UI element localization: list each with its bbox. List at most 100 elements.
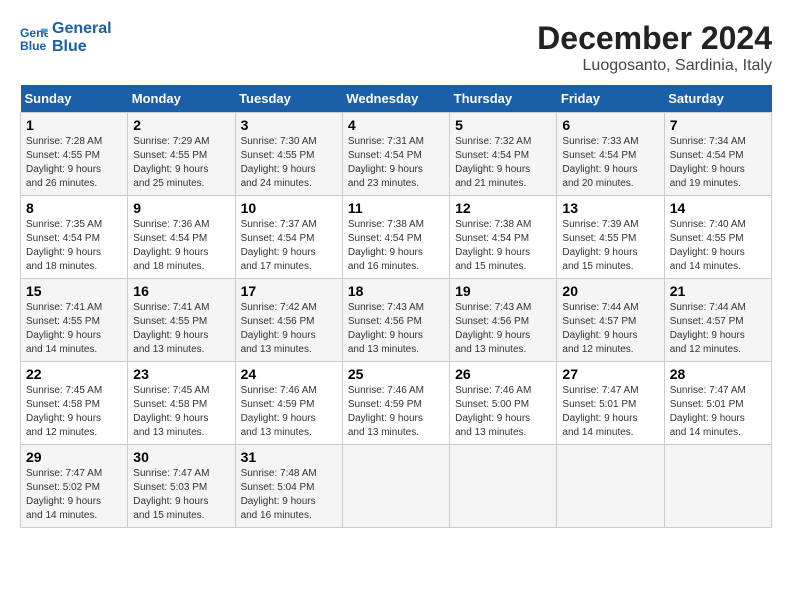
logo-icon: General Blue bbox=[20, 24, 48, 52]
calendar-cell: 31 Sunrise: 7:48 AM Sunset: 5:04 PM Dayli… bbox=[235, 445, 342, 528]
day-info: Sunrise: 7:46 AM Sunset: 4:59 PM Dayligh… bbox=[348, 384, 444, 440]
calendar-cell bbox=[557, 445, 664, 528]
day-number: 1 bbox=[26, 117, 122, 133]
svg-text:Blue: Blue bbox=[20, 39, 47, 52]
calendar-cell: 25 Sunrise: 7:46 AM Sunset: 4:59 PM Dayli… bbox=[342, 362, 449, 445]
day-number: 14 bbox=[670, 200, 766, 216]
day-info: Sunrise: 7:46 AM Sunset: 4:59 PM Dayligh… bbox=[241, 384, 337, 440]
day-number: 25 bbox=[348, 366, 444, 382]
calendar-body: 1 Sunrise: 7:28 AM Sunset: 4:55 PM Daylig… bbox=[21, 113, 772, 528]
day-number: 5 bbox=[455, 117, 551, 133]
day-number: 18 bbox=[348, 283, 444, 299]
calendar-cell: 23 Sunrise: 7:45 AM Sunset: 4:58 PM Dayli… bbox=[128, 362, 235, 445]
calendar-table: SundayMondayTuesdayWednesdayThursdayFrid… bbox=[20, 85, 772, 528]
day-info: Sunrise: 7:47 AM Sunset: 5:02 PM Dayligh… bbox=[26, 467, 122, 523]
day-info: Sunrise: 7:42 AM Sunset: 4:56 PM Dayligh… bbox=[241, 301, 337, 357]
calendar-cell: 28 Sunrise: 7:47 AM Sunset: 5:01 PM Dayli… bbox=[664, 362, 771, 445]
day-number: 27 bbox=[562, 366, 658, 382]
day-number: 23 bbox=[133, 366, 229, 382]
day-info: Sunrise: 7:46 AM Sunset: 5:00 PM Dayligh… bbox=[455, 384, 551, 440]
day-info: Sunrise: 7:33 AM Sunset: 4:54 PM Dayligh… bbox=[562, 135, 658, 191]
day-info: Sunrise: 7:45 AM Sunset: 4:58 PM Dayligh… bbox=[26, 384, 122, 440]
calendar-cell: 18 Sunrise: 7:43 AM Sunset: 4:56 PM Dayli… bbox=[342, 279, 449, 362]
day-number: 9 bbox=[133, 200, 229, 216]
calendar-week-row: 1 Sunrise: 7:28 AM Sunset: 4:55 PM Daylig… bbox=[21, 113, 772, 196]
title-block: December 2024 Luogosanto, Sardinia, Ital… bbox=[537, 20, 772, 75]
calendar-header-row: SundayMondayTuesdayWednesdayThursdayFrid… bbox=[21, 85, 772, 113]
calendar-cell: 2 Sunrise: 7:29 AM Sunset: 4:55 PM Daylig… bbox=[128, 113, 235, 196]
calendar-cell: 27 Sunrise: 7:47 AM Sunset: 5:01 PM Dayli… bbox=[557, 362, 664, 445]
calendar-cell: 24 Sunrise: 7:46 AM Sunset: 4:59 PM Dayli… bbox=[235, 362, 342, 445]
day-number: 31 bbox=[241, 449, 337, 465]
subtitle: Luogosanto, Sardinia, Italy bbox=[537, 57, 772, 75]
calendar-cell bbox=[664, 445, 771, 528]
column-header-thursday: Thursday bbox=[450, 85, 557, 113]
calendar-cell: 4 Sunrise: 7:31 AM Sunset: 4:54 PM Daylig… bbox=[342, 113, 449, 196]
day-number: 2 bbox=[133, 117, 229, 133]
day-number: 30 bbox=[133, 449, 229, 465]
day-info: Sunrise: 7:44 AM Sunset: 4:57 PM Dayligh… bbox=[562, 301, 658, 357]
day-info: Sunrise: 7:38 AM Sunset: 4:54 PM Dayligh… bbox=[348, 218, 444, 274]
calendar-cell: 12Sunrise: 7:38 AM Sunset: 4:54 PM Dayli… bbox=[450, 196, 557, 279]
day-number: 20 bbox=[562, 283, 658, 299]
day-info: Sunrise: 7:39 AM Sunset: 4:55 PM Dayligh… bbox=[562, 218, 658, 274]
calendar-cell bbox=[450, 445, 557, 528]
day-number: 22 bbox=[26, 366, 122, 382]
calendar-week-row: 29Sunrise: 7:47 AM Sunset: 5:02 PM Dayli… bbox=[21, 445, 772, 528]
calendar-cell: 5Sunrise: 7:32 AM Sunset: 4:54 PM Daylig… bbox=[450, 113, 557, 196]
day-info: Sunrise: 7:28 AM Sunset: 4:55 PM Dayligh… bbox=[26, 135, 122, 191]
calendar-cell: 29Sunrise: 7:47 AM Sunset: 5:02 PM Dayli… bbox=[21, 445, 128, 528]
day-number: 28 bbox=[670, 366, 766, 382]
main-title: December 2024 bbox=[537, 20, 772, 57]
day-number: 11 bbox=[348, 200, 444, 216]
day-number: 24 bbox=[241, 366, 337, 382]
day-info: Sunrise: 7:34 AM Sunset: 4:54 PM Dayligh… bbox=[670, 135, 766, 191]
calendar-cell: 13Sunrise: 7:39 AM Sunset: 4:55 PM Dayli… bbox=[557, 196, 664, 279]
column-header-tuesday: Tuesday bbox=[235, 85, 342, 113]
calendar-cell: 8 Sunrise: 7:35 AM Sunset: 4:54 PM Daylig… bbox=[21, 196, 128, 279]
calendar-cell: 7 Sunrise: 7:34 AM Sunset: 4:54 PM Daylig… bbox=[664, 113, 771, 196]
day-info: Sunrise: 7:43 AM Sunset: 4:56 PM Dayligh… bbox=[348, 301, 444, 357]
calendar-week-row: 15 Sunrise: 7:41 AM Sunset: 4:55 PM Dayli… bbox=[21, 279, 772, 362]
day-info: Sunrise: 7:29 AM Sunset: 4:55 PM Dayligh… bbox=[133, 135, 229, 191]
day-info: Sunrise: 7:41 AM Sunset: 4:55 PM Dayligh… bbox=[26, 301, 122, 357]
day-number: 17 bbox=[241, 283, 337, 299]
day-number: 4 bbox=[348, 117, 444, 133]
day-number: 7 bbox=[670, 117, 766, 133]
day-number: 8 bbox=[26, 200, 122, 216]
day-info: Sunrise: 7:48 AM Sunset: 5:04 PM Dayligh… bbox=[241, 467, 337, 523]
day-info: Sunrise: 7:41 AM Sunset: 4:55 PM Dayligh… bbox=[133, 301, 229, 357]
day-number: 19 bbox=[455, 283, 551, 299]
calendar-cell: 1 Sunrise: 7:28 AM Sunset: 4:55 PM Daylig… bbox=[21, 113, 128, 196]
day-info: Sunrise: 7:37 AM Sunset: 4:54 PM Dayligh… bbox=[241, 218, 337, 274]
calendar-cell: 10 Sunrise: 7:37 AM Sunset: 4:54 PM Dayli… bbox=[235, 196, 342, 279]
day-number: 15 bbox=[26, 283, 122, 299]
header: General Blue General Blue December 2024 … bbox=[20, 20, 772, 75]
column-header-wednesday: Wednesday bbox=[342, 85, 449, 113]
day-info: Sunrise: 7:36 AM Sunset: 4:54 PM Dayligh… bbox=[133, 218, 229, 274]
day-info: Sunrise: 7:38 AM Sunset: 4:54 PM Dayligh… bbox=[455, 218, 551, 274]
calendar-cell: 17 Sunrise: 7:42 AM Sunset: 4:56 PM Dayli… bbox=[235, 279, 342, 362]
calendar-cell: 30Sunrise: 7:47 AM Sunset: 5:03 PM Dayli… bbox=[128, 445, 235, 528]
day-info: Sunrise: 7:45 AM Sunset: 4:58 PM Dayligh… bbox=[133, 384, 229, 440]
calendar-cell: 3Sunrise: 7:30 AM Sunset: 4:55 PM Daylig… bbox=[235, 113, 342, 196]
calendar-cell: 19 Sunrise: 7:43 AM Sunset: 4:56 PM Dayli… bbox=[450, 279, 557, 362]
calendar-cell: 9 Sunrise: 7:36 AM Sunset: 4:54 PM Daylig… bbox=[128, 196, 235, 279]
day-info: Sunrise: 7:47 AM Sunset: 5:01 PM Dayligh… bbox=[562, 384, 658, 440]
day-info: Sunrise: 7:47 AM Sunset: 5:01 PM Dayligh… bbox=[670, 384, 766, 440]
day-info: Sunrise: 7:44 AM Sunset: 4:57 PM Dayligh… bbox=[670, 301, 766, 357]
logo-line1: General bbox=[52, 20, 112, 38]
day-number: 10 bbox=[241, 200, 337, 216]
day-info: Sunrise: 7:43 AM Sunset: 4:56 PM Dayligh… bbox=[455, 301, 551, 357]
calendar-cell: 22 Sunrise: 7:45 AM Sunset: 4:58 PM Dayli… bbox=[21, 362, 128, 445]
day-info: Sunrise: 7:40 AM Sunset: 4:55 PM Dayligh… bbox=[670, 218, 766, 274]
day-info: Sunrise: 7:30 AM Sunset: 4:55 PM Dayligh… bbox=[241, 135, 337, 191]
calendar-cell: 14 Sunrise: 7:40 AM Sunset: 4:55 PM Dayli… bbox=[664, 196, 771, 279]
logo-line2: Blue bbox=[52, 38, 112, 56]
calendar-cell: 6Sunrise: 7:33 AM Sunset: 4:54 PM Daylig… bbox=[557, 113, 664, 196]
calendar-cell: 21Sunrise: 7:44 AM Sunset: 4:57 PM Dayli… bbox=[664, 279, 771, 362]
day-info: Sunrise: 7:31 AM Sunset: 4:54 PM Dayligh… bbox=[348, 135, 444, 191]
day-number: 16 bbox=[133, 283, 229, 299]
calendar-cell: 16 Sunrise: 7:41 AM Sunset: 4:55 PM Dayli… bbox=[128, 279, 235, 362]
day-info: Sunrise: 7:35 AM Sunset: 4:54 PM Dayligh… bbox=[26, 218, 122, 274]
